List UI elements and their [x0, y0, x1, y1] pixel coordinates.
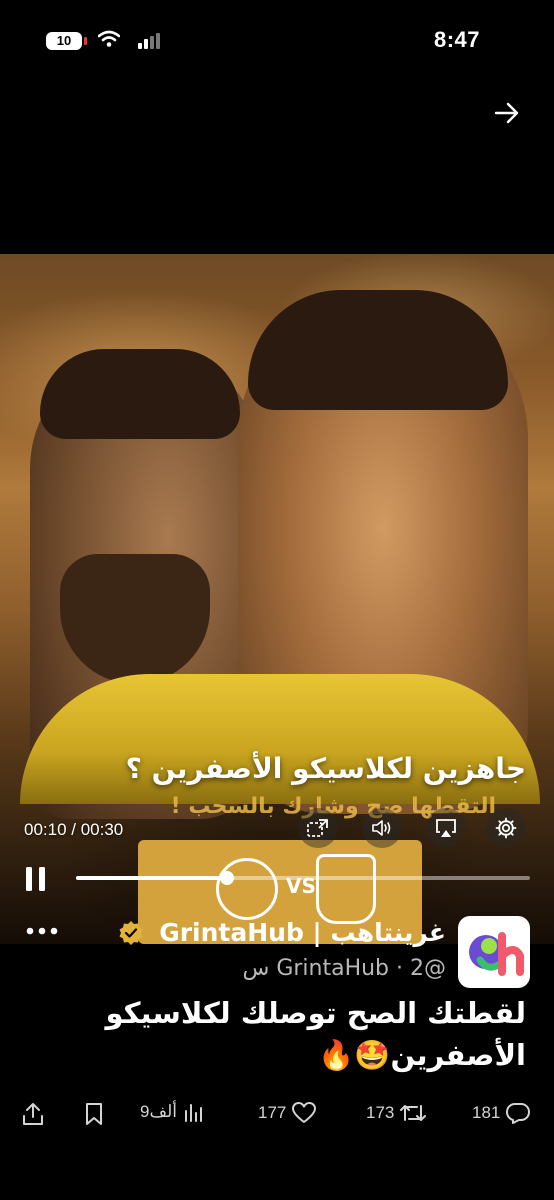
tweet-media-video[interactable]: جاهزين لكلاسيكو الأصفرين ؟ التقطها صح وش… [0, 254, 554, 944]
status-clock: 8:47 [433, 27, 480, 52]
pause-button[interactable] [24, 866, 48, 892]
airplay-button[interactable] [426, 808, 466, 848]
share-button[interactable] [22, 1102, 44, 1126]
reply-button[interactable]: 181 [472, 1102, 531, 1124]
tweet-text-line: الأصفرين🤩🔥 [318, 1038, 526, 1072]
heart-icon [292, 1102, 317, 1123]
reply-count: 181 [472, 1103, 501, 1122]
author-display-name[interactable]: غرينتاهب | GrintaHub [159, 918, 446, 947]
more-dots-icon[interactable] [26, 926, 58, 936]
cellular-signal-icon [138, 33, 160, 49]
picture-in-picture-button[interactable] [298, 808, 338, 848]
media-headline: جاهزين لكلاسيكو الأصفرين ؟ [125, 752, 526, 785]
avatar[interactable] [458, 916, 530, 988]
views-button[interactable]: 9ألف [140, 1102, 203, 1122]
status-bar: 10 8:47 [0, 0, 554, 80]
like-count: 177 [258, 1103, 287, 1122]
video-progress-bar[interactable] [76, 871, 530, 885]
nassr-crest-icon [216, 858, 278, 920]
wifi-icon [98, 30, 120, 47]
like-button[interactable]: 177 [258, 1102, 317, 1124]
picture-in-picture-icon [307, 819, 328, 837]
bookmark-icon [86, 1103, 102, 1125]
volume-button[interactable] [362, 808, 402, 848]
views-count: 9ألف [140, 1102, 177, 1121]
tweet-text: لقطتك الصح توصلك لكلاسيكو الأصفرين🤩🔥 [26, 992, 526, 1076]
settings-button[interactable] [486, 808, 526, 848]
repost-button[interactable]: 173 [366, 1102, 427, 1124]
player-right-hair [248, 290, 508, 410]
player-left-hair [40, 349, 240, 439]
bookmark-button[interactable] [84, 1102, 104, 1126]
airplay-icon [436, 819, 456, 837]
tweet-text-line: لقطتك الصح توصلك لكلاسيكو [105, 996, 526, 1030]
grintahub-logo-icon [469, 932, 524, 976]
media-subheadline: التقطها صح وشارك بالسحب ! [170, 794, 496, 819]
arrow-right-icon[interactable] [494, 102, 520, 124]
author-handle-and-time[interactable]: @GrintaHub · 2 س [242, 956, 446, 981]
verified-badge-icon [119, 921, 143, 945]
gear-icon [495, 817, 517, 839]
video-progress-fill [76, 876, 228, 880]
views-icon [184, 1104, 202, 1122]
volume-icon [372, 820, 391, 836]
reply-icon [506, 1103, 531, 1124]
ittihad-crest-icon [316, 854, 376, 924]
battery-icon: 10 [46, 32, 87, 50]
video-time-label: 00:10 / 00:30 [24, 820, 124, 839]
share-icon [23, 1103, 43, 1125]
repost-count: 173 [366, 1103, 395, 1122]
repost-icon [400, 1105, 427, 1121]
